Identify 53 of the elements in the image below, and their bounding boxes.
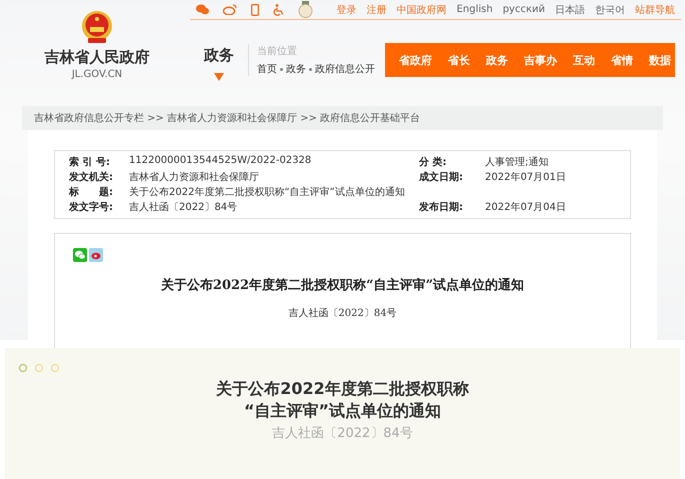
field-label: 发文字号: [69,200,114,214]
circle-icon [19,364,27,372]
weibo-share-icon[interactable] [89,248,103,262]
card-title: 关于公布2022年度第二批授权职称 [214,378,470,400]
top-link[interactable]: English [456,4,493,15]
top-link[interactable]: 登录 [336,2,357,16]
field-value: 吉人社函〔2022〕84号 [129,200,238,214]
section-title: 政务 [204,46,234,64]
wechat-icon[interactable] [196,4,209,15]
nav-item[interactable]: 数据 [649,52,671,68]
field-label: 标 题: [69,186,114,199]
top-link[interactable]: 한국어 [595,2,625,16]
top-link[interactable]: 中国政府网 [396,2,447,16]
nav-item[interactable]: 省政府 [399,52,432,68]
field-label: 成文日期: [419,170,464,184]
breadcrumb-link[interactable]: 政府信息公开 [315,62,375,76]
top-link[interactable]: 日本語 [555,2,585,16]
wechat-share-icon[interactable] [73,248,87,262]
circle-icon [51,364,59,372]
breadcrumb-link[interactable]: 首页 [257,62,277,76]
field-value: 关于公布2022年度第二批授权职称“自主评审”试点单位的通知 [129,186,406,199]
field-value: 2022年07月01日 [485,171,567,184]
emblem-icon [81,10,113,44]
field-label: 分 类: [419,156,448,169]
weibo-icon[interactable] [223,4,237,15]
breadcrumb-link[interactable]: 政务 [286,62,306,76]
field-value: 吉林省人力资源和社会保障厅 [129,170,260,184]
location-label: 当前位置 [257,44,298,58]
site-name: 吉林省人民政府 [44,48,150,67]
breadcrumb-path: 吉林省政府信息公开专栏 >> 吉林省人力资源和社会保障厅 >> 政府信息公开基础平台 [34,112,420,125]
card-title: “自主评审”试点单位的通知 [242,400,442,422]
site-domain: JL.GOV.CN [72,69,122,80]
article-title: 关于公布2022年度第二批授权职称“自主评审”试点单位的通知 [160,276,526,294]
field-label: 索 引 号: [69,156,111,169]
top-link[interactable]: русский [502,4,545,15]
top-link[interactable]: 注册 [366,2,387,16]
nav-item[interactable]: 互动 [573,52,595,68]
field-label: 发布日期: [419,200,464,214]
nav-item[interactable]: 吉事办 [524,52,557,68]
document-number: 吉人社函〔2022〕84号 [287,306,398,320]
nav-item[interactable]: 省情 [611,52,633,68]
accessibility-icon[interactable] [273,4,284,16]
caret-icon [214,72,224,80]
field-value: 2022年07月04日 [485,201,567,214]
circle-icon [35,364,43,372]
top-link[interactable]: 站群导航 [635,2,675,16]
phone-icon[interactable] [251,4,259,16]
card-subtitle: 吉人社函〔2022〕84号 [271,425,414,442]
nav-item[interactable]: 政务 [486,52,508,68]
field-value: 人事管理;通知 [485,156,550,169]
nav-item[interactable]: 省长 [448,52,470,68]
field-value: 11220000013544525W/2022-02328 [129,155,312,168]
field-label: 发文机关: [69,170,114,184]
